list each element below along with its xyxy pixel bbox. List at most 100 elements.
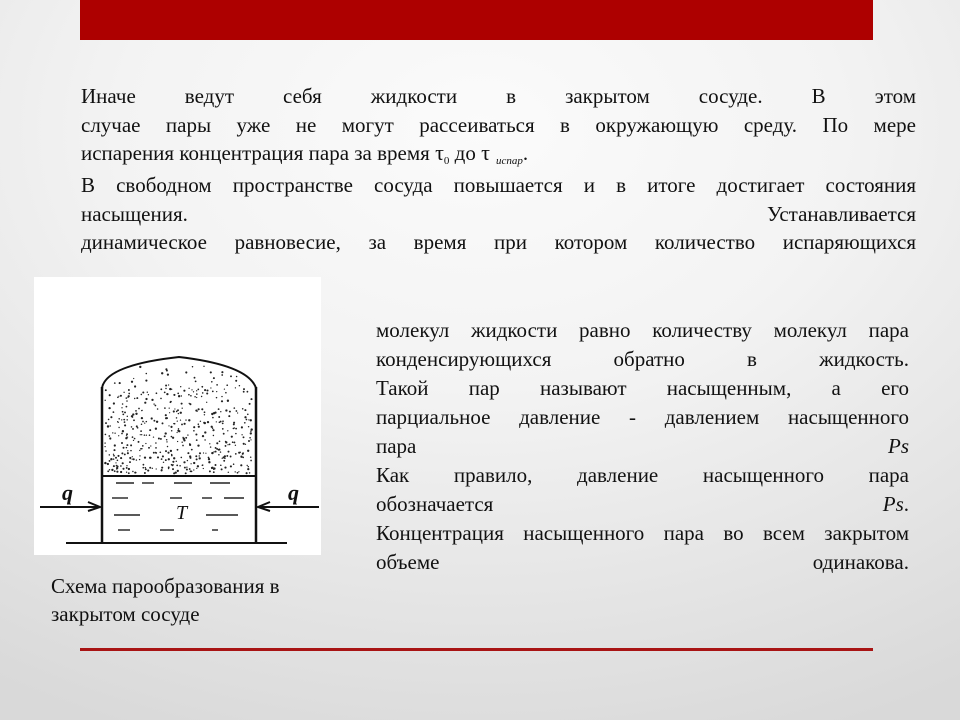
vapor-particle: [182, 444, 184, 447]
vapor-particle: [143, 472, 146, 474]
vapor-particle: [216, 390, 218, 393]
text-line: насыщения. Устанавливается: [81, 200, 916, 229]
vapor-particle: [225, 391, 227, 394]
vapor-particle: [155, 468, 157, 470]
vapor-particle: [218, 453, 220, 456]
vapor-particle: [187, 452, 190, 455]
vapor-particle: [112, 458, 115, 460]
vapor-particle: [148, 446, 150, 449]
vapor-particle: [130, 426, 133, 428]
vapor-particle: [195, 433, 198, 436]
vapor-particle: [174, 471, 177, 474]
vapor-particle: [171, 436, 175, 439]
vapor-particle: [249, 436, 251, 439]
vapor-particle: [148, 456, 152, 459]
vapor-particle: [185, 468, 188, 471]
vapor-particle: [236, 471, 239, 474]
vapor-particle: [245, 418, 248, 421]
vapor-particle: [197, 408, 200, 411]
vapor-particle: [229, 455, 232, 458]
vapor-particle: [125, 437, 128, 440]
vapor-particle: [242, 390, 245, 393]
ps-symbol: Ps: [882, 492, 904, 516]
vapor-particle: [130, 380, 134, 383]
vapor-particle: [104, 445, 106, 448]
vapor-particle: [124, 424, 127, 427]
vapor-particle: [250, 439, 252, 441]
vapor-particle: [108, 468, 111, 471]
vapor-particle: [137, 440, 140, 443]
vapor-particle: [141, 409, 143, 412]
vapor-particle: [211, 451, 214, 455]
vapor-particle: [242, 456, 245, 459]
vapor-particle: [184, 472, 187, 475]
vapor-particle: [126, 433, 128, 436]
vapor-particle: [212, 429, 215, 432]
vapor-particle: [108, 394, 111, 397]
vapor-particle: [117, 396, 119, 399]
vapor-particle: [122, 446, 125, 449]
vapor-particle: [121, 452, 124, 455]
vapor-particle: [151, 398, 154, 402]
vapor-particles: [104, 365, 253, 475]
vapor-particle: [170, 425, 173, 428]
vapor-particle: [250, 398, 253, 401]
vapor-particle: [201, 385, 204, 388]
vapor-particle: [152, 436, 155, 438]
text-line: случае пары уже не могут рассеиваться в …: [81, 112, 916, 137]
vapor-particle: [104, 433, 107, 436]
vapor-particle: [169, 387, 172, 391]
vapor-particle: [177, 395, 181, 398]
vapor-particle: [154, 427, 158, 430]
vapor-particle: [173, 457, 176, 460]
diagram-svg: T q q: [40, 355, 319, 544]
vapor-particle: [165, 439, 168, 441]
vapor-particle: [150, 417, 153, 420]
vapor-particle: [129, 457, 131, 460]
vapor-particle: [131, 436, 134, 438]
vapor-particle: [166, 392, 169, 396]
vapor-particle: [241, 408, 244, 410]
vessel-dome: [101, 355, 257, 389]
vapor-particle: [125, 397, 128, 399]
text-line: В свободном пространстве сосуда повышает…: [81, 173, 916, 197]
vapor-particle: [227, 471, 230, 474]
vapor-particle: [179, 411, 182, 414]
vapor-particle: [194, 380, 197, 383]
vapor-particle: [220, 468, 223, 471]
vapor-particle: [104, 389, 107, 392]
text-fragment: испарения концентрация пара за время: [81, 141, 436, 165]
vapor-particle: [167, 458, 170, 461]
vapor-particle: [131, 456, 133, 458]
vapor-particle: [214, 411, 217, 414]
vapor-particle: [110, 458, 113, 461]
vapor-particle: [201, 464, 204, 467]
vapor-particle: [163, 435, 166, 438]
vapor-particle: [170, 463, 173, 466]
vapor-particle: [231, 441, 234, 443]
vapor-particle: [242, 442, 245, 445]
vapor-particle: [226, 454, 229, 457]
vapor-particle: [248, 402, 251, 405]
vapor-particle: [212, 416, 214, 419]
vapor-particle: [108, 459, 111, 462]
vapor-particle: [106, 462, 110, 466]
vapor-particle: [125, 466, 128, 469]
vapor-particle: [186, 466, 188, 468]
vapor-particle: [224, 466, 227, 469]
vapor-particle: [182, 436, 184, 439]
vapor-particle: [246, 464, 248, 467]
vapor-particle: [119, 470, 123, 474]
vapor-particle: [209, 371, 212, 374]
vapor-particle: [197, 425, 200, 428]
vapor-particle: [136, 397, 139, 400]
vapor-particle: [164, 432, 167, 435]
vapor-particle: [115, 456, 117, 459]
vapor-particle: [115, 462, 117, 464]
vapor-particle: [138, 458, 141, 461]
vapor-particle: [141, 434, 143, 436]
vapor-particle: [206, 392, 209, 395]
vapor-particle: [163, 391, 166, 394]
vapor-particle: [105, 450, 107, 452]
vapor-particle: [155, 420, 159, 423]
